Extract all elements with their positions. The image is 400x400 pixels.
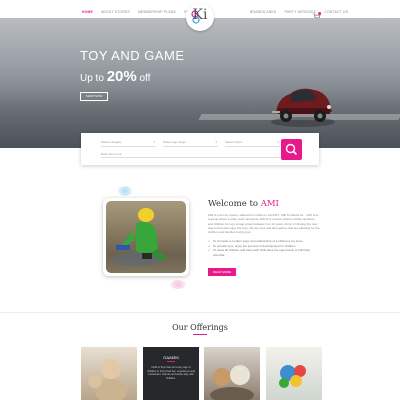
hero-subtitle-prefix: Up to <box>80 73 104 84</box>
age-select[interactable]: Select age range ▾ <box>163 140 218 147</box>
toy-car-image <box>268 78 338 133</box>
offering-card-plush[interactable] <box>204 347 260 400</box>
offering-card-description: Dolls & Toys that suit every age of chil… <box>147 366 195 380</box>
welcome-title: Welcome to AMI <box>208 199 279 209</box>
plush-toys-image <box>210 365 254 400</box>
nav-item-membership-plans[interactable]: MEMBERSHIP PLANS <box>138 10 176 14</box>
hero-title: TOY AND GAME <box>80 48 185 63</box>
nav-item-contact-us[interactable]: CONTACT US <box>324 10 348 14</box>
hero-shop-button[interactable]: SHOP NOW <box>80 92 108 101</box>
welcome-photo <box>103 198 189 276</box>
offering-card-educational[interactable] <box>266 347 322 400</box>
nav-right: BRANDS AREA PARTY SERVICES CONTACT US <box>250 10 355 14</box>
child-playing-image <box>106 201 186 273</box>
paint-splash <box>118 186 132 196</box>
list-item: To value all children and help each chil… <box>208 248 320 257</box>
offering-card-label: GAMES <box>163 355 179 360</box>
category-select-value: Select category <box>101 140 122 144</box>
site-logo[interactable]: Ki <box>186 3 214 31</box>
nav-item-about-stores[interactable]: ABOUT STORES <box>101 10 130 14</box>
search-button[interactable] <box>281 139 302 160</box>
chevron-down-icon: ▾ <box>153 140 155 144</box>
logo-text: Ki <box>192 7 208 23</box>
offerings-title: Our Offerings <box>172 323 228 332</box>
nav-item-brands-area[interactable]: BRANDS AREA <box>250 10 276 14</box>
search-input[interactable]: Enter item here <box>101 152 281 158</box>
hero-subtitle-suffix: off <box>139 73 151 84</box>
offering-card-underline <box>167 361 175 362</box>
search-icon <box>285 143 298 156</box>
hero-banner: TOY AND GAME Up to 20% off SHOP NOW <box>0 18 400 148</box>
title-underline <box>193 334 207 335</box>
welcome-list: To innovate a modern ways and relationsh… <box>208 239 320 257</box>
hero-subtitle: Up to 20% off <box>80 68 150 85</box>
doll-image <box>88 359 127 400</box>
category-select[interactable]: Select category ▾ <box>101 140 156 147</box>
paint-splash <box>170 280 186 289</box>
nav-item-home[interactable]: HOME <box>82 10 93 14</box>
welcome-title-plain: Welcome to <box>208 199 258 209</box>
welcome-description: AMI is a fun toy stores, started from In… <box>208 213 320 235</box>
section-divider <box>0 312 400 313</box>
chevron-down-icon: ▾ <box>277 140 279 144</box>
brand-select[interactable]: Select brand ▾ <box>225 140 280 147</box>
welcome-title-accent: AMI <box>260 199 279 209</box>
hero-subtitle-highlight: 20% <box>106 68 137 85</box>
age-select-value: Select age range <box>163 140 186 144</box>
offering-card-dolls[interactable] <box>81 347 137 400</box>
chevron-down-icon: ▾ <box>215 140 217 144</box>
brand-select-value: Select brand <box>225 140 242 144</box>
offering-card-games[interactable]: GAMES Dolls & Toys that suit every age o… <box>143 347 199 400</box>
read-more-button[interactable]: READ MORE <box>208 268 236 276</box>
educational-toy-image <box>279 365 306 388</box>
